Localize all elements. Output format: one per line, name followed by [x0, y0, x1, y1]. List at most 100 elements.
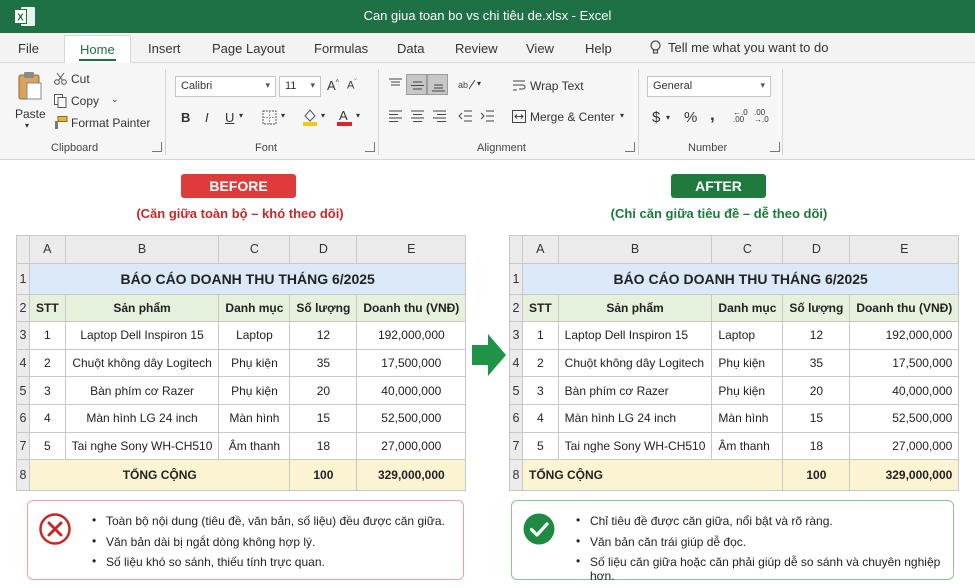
cell[interactable]: 17,500,000 [849, 348, 960, 378]
cell[interactable]: Màn hình LG 24 inch [557, 403, 713, 433]
select-all-corner[interactable] [16, 235, 30, 264]
select-all-corner[interactable] [509, 235, 523, 264]
comma-style-button[interactable]: , [710, 105, 715, 125]
header-cell[interactable]: Doanh thu (VNĐ) [849, 293, 960, 323]
percent-button[interactable]: % [684, 109, 697, 126]
tab-insert[interactable]: Insert [148, 41, 181, 56]
row-header[interactable]: 4 [509, 348, 523, 378]
row-header[interactable]: 2 [509, 293, 523, 323]
cell[interactable]: Laptop [218, 321, 291, 350]
align-top-icon[interactable] [388, 78, 403, 91]
cell[interactable]: Phụ kiện [711, 348, 784, 378]
align-right-icon[interactable] [432, 110, 447, 123]
underline-button[interactable]: U [225, 110, 234, 125]
header-cell[interactable]: Số lượng [782, 293, 851, 323]
font-color-button[interactable]: A [337, 107, 353, 126]
row-header[interactable]: 2 [16, 293, 30, 323]
align-bottom-button[interactable] [427, 74, 448, 95]
italic-button[interactable]: I [205, 110, 209, 125]
cell[interactable]: 1 [29, 321, 66, 350]
cell[interactable]: 2 [522, 348, 559, 378]
row-header[interactable]: 5 [16, 376, 30, 405]
column-header[interactable]: B [64, 235, 220, 264]
increase-decimal-button[interactable]: ←.0.00 [733, 109, 748, 124]
cell[interactable]: Chuột không dây Logitech [557, 348, 713, 378]
currency-button[interactable]: $ [652, 109, 660, 126]
paste-button[interactable]: Paste ▾ [12, 69, 48, 130]
cell[interactable]: 12 [782, 321, 851, 350]
row-header[interactable]: 1 [509, 262, 523, 295]
align-middle-button[interactable] [406, 74, 427, 95]
align-center-icon[interactable] [410, 110, 425, 123]
alignment-launcher[interactable] [625, 142, 635, 152]
row-header[interactable]: 7 [16, 431, 30, 461]
cell[interactable]: Laptop [711, 321, 784, 350]
orientation-icon[interactable]: ab [458, 77, 476, 91]
cell[interactable]: Tai nghe Sony WH-CH510 [64, 431, 220, 461]
cut-button[interactable]: Cut [54, 71, 114, 89]
column-header[interactable]: A [522, 235, 559, 264]
copy-button[interactable]: Copy ⌄ [54, 93, 124, 111]
cell[interactable]: 15 [289, 403, 358, 433]
cell[interactable]: Màn hình LG 24 inch [64, 403, 220, 433]
decrease-indent-icon[interactable] [458, 110, 473, 123]
decrease-decimal-button[interactable]: .00 →.0 [754, 109, 769, 124]
font-size-dropdown[interactable]: 11 ▾ [279, 76, 321, 97]
shrink-font-button[interactable]: Aˇ [347, 79, 357, 92]
total-qty-cell[interactable]: 100 [289, 459, 358, 492]
cell[interactable]: 15 [782, 403, 851, 433]
cell[interactable]: 20 [782, 376, 851, 405]
wrap-text-button[interactable]: Wrap Text [512, 78, 592, 96]
tab-data[interactable]: Data [397, 41, 424, 56]
cell[interactable]: 4 [29, 403, 66, 433]
cell[interactable]: 40,000,000 [849, 376, 960, 405]
cell[interactable]: 18 [289, 431, 358, 461]
tab-home[interactable]: Home [64, 35, 131, 64]
total-label-cell[interactable]: TỔNG CỘNG [28, 459, 291, 492]
row-header[interactable]: 1 [16, 262, 30, 295]
cell[interactable]: 12 [289, 321, 358, 350]
tab-view[interactable]: View [526, 41, 554, 56]
cell[interactable]: Bàn phím cơ Razer [64, 376, 220, 405]
column-header[interactable]: A [29, 235, 66, 264]
bold-button[interactable]: B [181, 110, 190, 125]
tab-review[interactable]: Review [455, 41, 498, 56]
cell[interactable]: Phụ kiện [218, 376, 291, 405]
column-header[interactable]: C [218, 235, 291, 264]
tab-formulas[interactable]: Formulas [314, 41, 368, 56]
header-cell[interactable]: Danh mục [711, 293, 784, 323]
cell[interactable]: Tai nghe Sony WH-CH510 [557, 431, 713, 461]
column-header[interactable]: D [782, 235, 851, 264]
header-cell[interactable]: STT [29, 293, 66, 323]
header-cell[interactable]: STT [522, 293, 559, 323]
increase-indent-icon[interactable] [480, 110, 495, 123]
column-header[interactable]: C [711, 235, 784, 264]
header-cell[interactable]: Sản phẩm [64, 293, 220, 323]
tab-file[interactable]: File [18, 41, 39, 56]
fill-color-icon[interactable] [302, 108, 318, 126]
header-cell[interactable]: Sản phẩm [557, 293, 713, 323]
row-header[interactable]: 4 [16, 348, 30, 378]
grow-font-button[interactable]: A^ [327, 78, 339, 93]
cell[interactable]: Màn hình [218, 403, 291, 433]
cell[interactable]: 4 [522, 403, 559, 433]
cell[interactable]: Laptop Dell Inspiron 15 [557, 321, 713, 350]
tell-me-search[interactable]: Tell me what you want to do [649, 40, 828, 55]
cell[interactable]: 2 [29, 348, 66, 378]
cell[interactable]: Màn hình [711, 403, 784, 433]
row-header[interactable]: 8 [16, 459, 30, 492]
column-header[interactable]: E [356, 235, 467, 264]
cell[interactable]: Âm thanh [218, 431, 291, 461]
row-header[interactable]: 7 [509, 431, 523, 461]
cell[interactable]: Laptop Dell Inspiron 15 [64, 321, 220, 350]
number-launcher[interactable] [770, 142, 780, 152]
row-header[interactable]: 3 [16, 321, 30, 350]
row-header[interactable]: 5 [509, 376, 523, 405]
row-header[interactable]: 8 [509, 459, 523, 492]
header-cell[interactable]: Số lượng [289, 293, 358, 323]
cell[interactable]: 35 [289, 348, 358, 378]
cell[interactable]: 1 [522, 321, 559, 350]
font-name-dropdown[interactable]: Calibri ▾ [175, 76, 276, 97]
cell[interactable]: 192,000,000 [849, 321, 960, 350]
cell[interactable]: 17,500,000 [356, 348, 467, 378]
